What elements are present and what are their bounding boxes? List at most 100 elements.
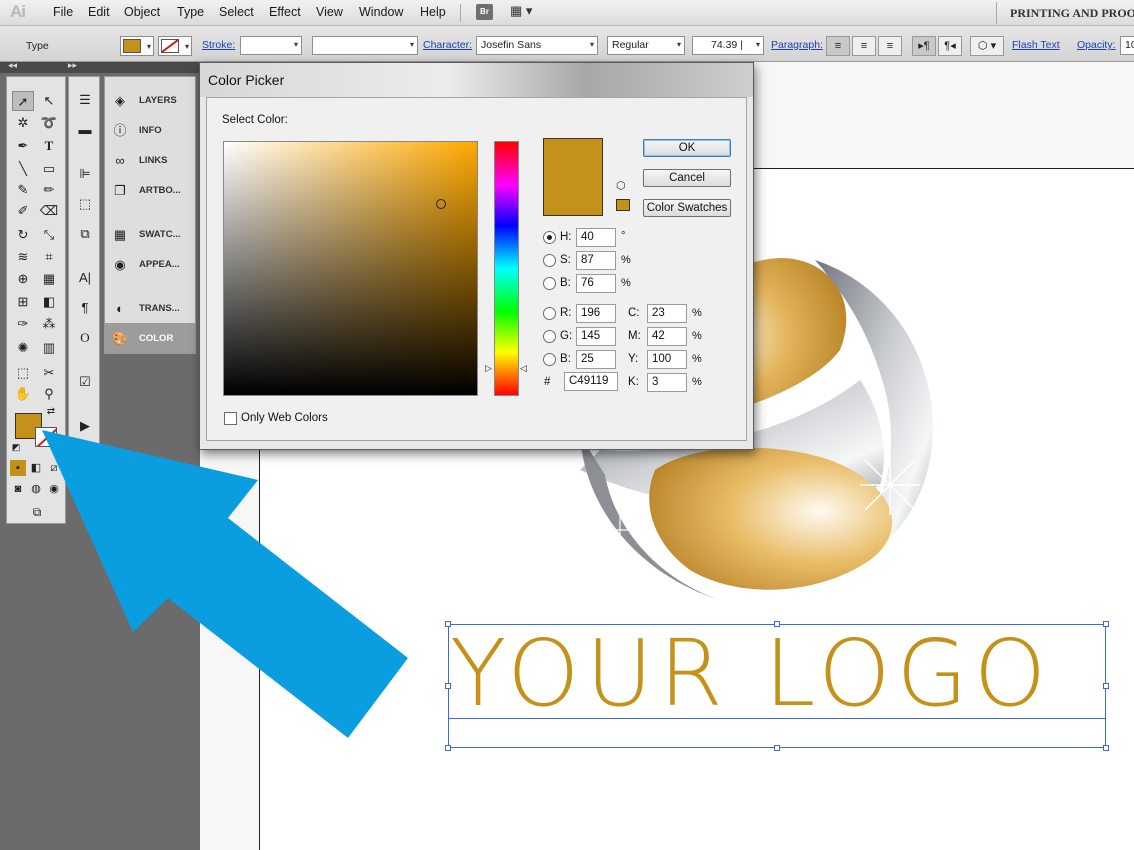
shape-builder-tool-icon[interactable]: ⊕ (12, 269, 34, 289)
menu-type[interactable]: Type (177, 5, 204, 19)
fill-color-dropdown[interactable]: ▾ (120, 36, 154, 56)
eraser-tool-icon[interactable]: ⌫ (38, 201, 60, 221)
menu-effect[interactable]: Effect (269, 5, 301, 19)
lasso-tool-icon[interactable]: ➰ (38, 113, 60, 133)
stroke-panel-link[interactable]: Stroke: (202, 39, 235, 51)
symbol-sprayer-tool-icon[interactable]: ✺ (12, 338, 34, 358)
dialog-titlebar[interactable]: Color Picker (200, 63, 753, 97)
align-left-button[interactable]: ≡ (826, 36, 850, 56)
blob-brush-tool-icon[interactable]: ✐ (12, 201, 34, 221)
yellow-field[interactable]: 100 (647, 350, 687, 369)
websafe-color-chip[interactable] (616, 199, 630, 211)
color-swatches-button[interactable]: Color Swatches (643, 199, 731, 217)
font-style-field[interactable]: Regular ▾ (607, 36, 685, 55)
menu-window[interactable]: Window (359, 5, 403, 19)
opacity-panel-link[interactable]: Opacity: (1077, 39, 1116, 51)
eyedropper-tool-icon[interactable]: ✑ (12, 314, 34, 334)
character-panel-link[interactable]: Character: (423, 39, 472, 51)
cyan-field[interactable]: 23 (647, 304, 687, 323)
magic-wand-tool-icon[interactable]: ✲ (12, 113, 34, 133)
scale-tool-icon[interactable]: ⤡ (38, 225, 60, 245)
selection-handle[interactable] (1103, 745, 1109, 751)
hue-radio[interactable] (543, 231, 556, 244)
type-tool-icon[interactable]: T (38, 136, 60, 156)
text-direction-rtl-button[interactable]: ¶◂ (938, 36, 962, 56)
brightness-field[interactable]: 76 (576, 274, 616, 293)
hue-slider-left-handle-icon[interactable]: ▷ (485, 363, 492, 374)
hex-field[interactable]: C49119 (564, 372, 618, 391)
pen-tool-icon[interactable]: ✒ (12, 136, 34, 156)
collapse-panels-icon[interactable]: ◂◂ (8, 60, 17, 71)
blend-tool-icon[interactable]: ⁂ (38, 314, 60, 334)
black-field[interactable]: 3 (647, 373, 687, 392)
panel-tab-info[interactable]: ⓘ INFO (105, 115, 195, 145)
magenta-field[interactable]: 42 (647, 327, 687, 346)
stroke-weight-field[interactable]: ▾ (240, 36, 302, 55)
menu-help[interactable]: Help (420, 5, 446, 19)
red-field[interactable]: 196 (576, 304, 616, 323)
zoom-tool-icon[interactable]: ⚲ (38, 384, 60, 404)
text-direction-ltr-button[interactable]: ▸¶ (912, 36, 936, 56)
green-radio[interactable] (543, 330, 556, 343)
artboard-tool-icon[interactable]: ⬚ (12, 363, 34, 383)
selection-tool-icon[interactable]: ➚ (12, 91, 34, 111)
perspective-grid-tool-icon[interactable]: ▦ (38, 269, 60, 289)
direct-selection-tool-icon[interactable]: ↖ (38, 91, 60, 111)
panel-tab-links[interactable]: ∞ LINKS (105, 145, 195, 175)
panel-tab-artboards[interactable]: ❐ ARTBO... (105, 175, 195, 205)
opacity-field[interactable]: 10 (1120, 36, 1134, 55)
hue-slider-right-handle-icon[interactable]: ◁ (520, 363, 527, 374)
ok-button[interactable]: OK (643, 139, 731, 157)
blue-field[interactable]: 25 (576, 350, 616, 369)
line-tool-icon[interactable]: ╲ (12, 159, 34, 179)
align-center-button[interactable]: ≡ (852, 36, 876, 56)
saturation-field[interactable]: 87 (576, 251, 616, 270)
hand-tool-icon[interactable]: ✋ (12, 384, 34, 404)
paintbrush-tool-icon[interactable]: ✎ (12, 180, 34, 200)
panel-tab-swatches[interactable]: ▦ SWATC... (105, 219, 195, 249)
graph-tool-icon[interactable]: ▥ (38, 338, 60, 358)
green-field[interactable]: 145 (576, 327, 616, 346)
selection-handle[interactable] (445, 621, 451, 627)
align-right-button[interactable]: ≡ (878, 36, 902, 56)
opentype-panel-icon[interactable]: O (74, 327, 96, 349)
font-family-field[interactable]: Josefin Sans ▾ (476, 36, 598, 55)
flash-text-link[interactable]: Flash Text (1012, 39, 1060, 51)
brightness-radio[interactable] (543, 277, 556, 290)
attributes-panel-icon[interactable]: ☑ (74, 371, 96, 393)
paragraph-panel-icon[interactable]: ¶ (74, 297, 96, 319)
rotate-tool-icon[interactable]: ↻ (12, 225, 34, 245)
character-panel-icon[interactable]: A| (74, 267, 96, 289)
hue-slider[interactable] (494, 141, 519, 396)
menu-select[interactable]: Select (219, 5, 254, 19)
paragraph-panel-link[interactable]: Paragraph: (771, 39, 823, 51)
stroke-color-dropdown[interactable]: ▾ (158, 36, 192, 56)
align-panel-icon[interactable]: ⊫ (74, 163, 96, 185)
red-radio[interactable] (543, 307, 556, 320)
draw-normal-icon[interactable]: ◙ (10, 481, 26, 497)
pathfinder-panel-icon[interactable]: ⧉ (74, 223, 96, 245)
selection-handle[interactable] (1103, 683, 1109, 689)
selection-handle[interactable] (774, 621, 780, 627)
selection-handle[interactable] (1103, 621, 1109, 627)
gradient-panel-icon[interactable]: ▬ (74, 119, 96, 141)
warp-tool-icon[interactable]: ≋ (12, 247, 34, 267)
workspace-switcher[interactable]: PRINTING AND PROO (1010, 6, 1134, 21)
pencil-tool-icon[interactable]: ✏ (38, 180, 60, 200)
out-of-gamut-cube-icon[interactable]: ⬡ (616, 179, 626, 192)
saturation-brightness-field[interactable] (223, 141, 478, 396)
color-mode-icon[interactable]: ▪ (10, 460, 26, 476)
selection-handle[interactable] (445, 683, 451, 689)
blue-radio[interactable] (543, 353, 556, 366)
expand-panels-icon[interactable]: ▸▸ (68, 60, 77, 71)
envelope-options-button[interactable]: ⬡ ▾ (970, 36, 1004, 56)
panel-tab-color[interactable]: 🎨 COLOR (105, 323, 195, 353)
hue-field[interactable]: 40 (576, 228, 616, 247)
menu-edit[interactable]: Edit (88, 5, 110, 19)
stroke-panel-icon[interactable]: ☰ (74, 89, 96, 111)
menu-view[interactable]: View (316, 5, 343, 19)
saturation-radio[interactable] (543, 254, 556, 267)
gradient-tool-icon[interactable]: ◧ (38, 292, 60, 312)
menu-object[interactable]: Object (124, 5, 160, 19)
font-size-field[interactable]: 74.39 | ▾ (692, 36, 764, 55)
